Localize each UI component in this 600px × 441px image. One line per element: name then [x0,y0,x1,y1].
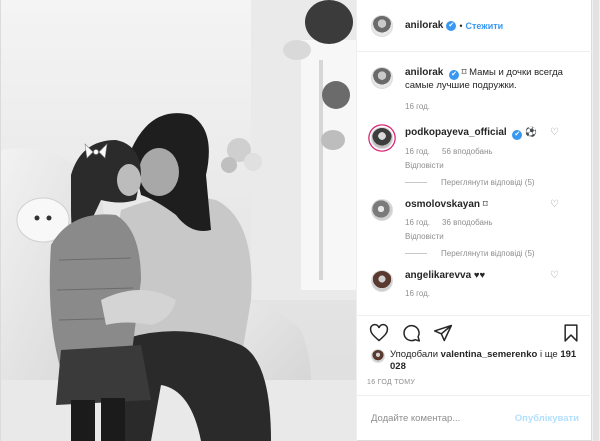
replies-divider [405,253,427,254]
commenter-username[interactable]: osmolovskayan [405,199,480,210]
commenter-avatar[interactable] [371,199,393,221]
page-scrollbar[interactable] [592,0,600,441]
post-sidebar: anilorak ✔ • Стежити anilorak ✔ ⌑ Мамы и… [356,0,593,441]
comment-time[interactable]: 16 год. [405,146,430,158]
view-replies-label: Переглянути відповіді (5) [441,249,535,258]
comment-item: podkopayeva_official ✔ ⚽ 16 год. 56 впод… [371,127,579,187]
view-replies-button[interactable]: Переглянути відповіді (5) [405,249,579,258]
view-replies-button[interactable]: Переглянути відповіді (5) [405,178,579,187]
verified-badge-icon: ✔ [512,130,523,140]
author-username[interactable]: anilorak [405,20,443,31]
verified-badge-icon: ✔ [449,70,459,80]
likes-prefix: Уподобали [390,349,439,360]
action-bar [357,315,593,349]
comment-time[interactable]: 16 год. [405,288,430,300]
separator-dot: • [459,20,463,31]
post-header: anilorak ✔ • Стежити [357,0,593,52]
reply-button[interactable]: Відповісти [405,160,444,172]
comment-time[interactable]: 16 год. [405,217,430,229]
author-avatar[interactable] [371,14,393,37]
commenter-username[interactable]: podkopayeva_official [405,127,507,138]
bookmark-icon[interactable] [561,323,581,343]
caption-author-username[interactable]: anilorak [405,67,443,78]
instagram-post: anilorak ✔ • Стежити anilorak ✔ ⌑ Мамы и… [0,0,593,441]
post-timestamp[interactable]: 16 ГОД ТОМУ [367,379,415,386]
comment-like-heart-icon[interactable]: ♡ [550,127,559,138]
page: anilorak ✔ • Стежити anilorak ✔ ⌑ Мамы и… [0,0,600,441]
liker-avatar[interactable] [371,349,385,363]
comment-input[interactable] [371,413,515,424]
publish-button[interactable]: Опублікувати [515,413,579,424]
liker-username[interactable]: valentina_semerenko [441,349,538,360]
caption: anilorak ✔ ⌑ Мамы и дочки всегда самые л… [371,67,579,113]
comment-like-heart-icon[interactable]: ♡ [550,270,559,281]
comment-item: angelikarevva ♥♥ 16 год. ♡ [371,270,579,300]
comment-text: ⌑ [482,199,488,210]
comment-like-heart-icon[interactable]: ♡ [550,199,559,210]
caption-author-avatar[interactable] [371,67,393,89]
heart-icon[interactable] [369,323,389,343]
post-photo[interactable] [1,0,356,441]
comment-icon[interactable] [401,323,421,343]
share-icon[interactable] [433,323,453,343]
post-photo-image [1,0,356,441]
commenter-username[interactable]: angelikarevva [405,270,471,281]
add-comment-form: Опублікувати [357,395,593,441]
follow-button[interactable]: Стежити [466,21,504,31]
replies-divider [405,182,427,183]
commenter-avatar[interactable] [371,127,393,149]
comment-item: osmolovskayan ⌑ 16 год. 36 вподобань Від… [371,199,579,258]
comments-list[interactable]: anilorak ✔ ⌑ Мамы и дочки всегда самые л… [357,53,593,315]
likes-middle: і ще [539,349,558,360]
comment-text: ⚽ [524,127,537,138]
view-replies-label: Переглянути відповіді (5) [441,178,535,187]
verified-badge-icon: ✔ [446,20,457,31]
comment-text: ♥♥ [473,270,486,281]
caption-time[interactable]: 16 год. [405,101,579,113]
reply-button[interactable]: Відповісти [405,231,444,243]
likes-summary: Уподобали valentina_semerenko і ще 191 0… [371,349,579,373]
commenter-avatar[interactable] [371,270,393,292]
comment-likes-count[interactable]: 36 вподобань [442,217,493,229]
scrollbar-thumb[interactable] [593,0,599,441]
comment-likes-count[interactable]: 56 вподобань [442,146,493,158]
